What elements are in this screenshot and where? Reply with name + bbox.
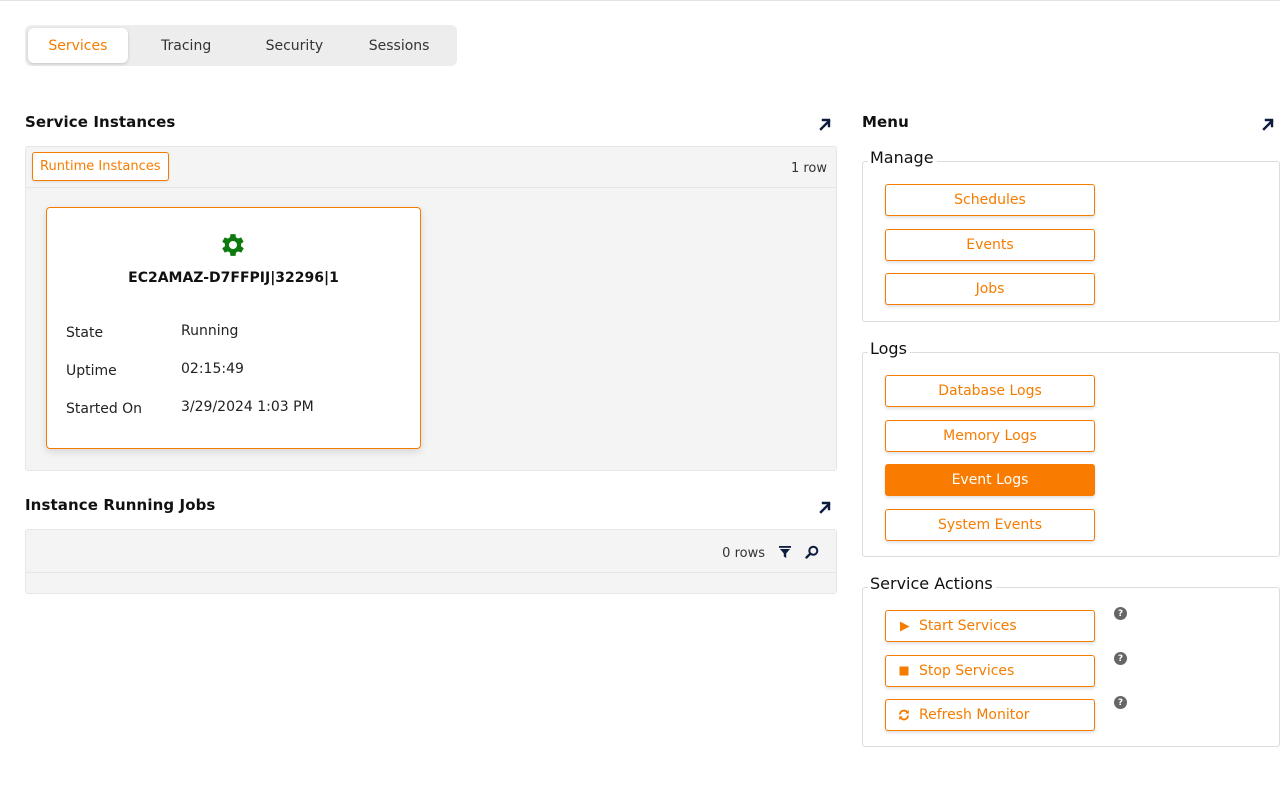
refresh-monitor-button[interactable]: Refresh Monitor ? — [885, 696, 1127, 731]
instance-name: EC2AMAZ-D7FFPIJ|32296|1 — [128, 270, 339, 286]
service-instances-title: Service Instances — [25, 113, 176, 131]
event-logs-button[interactable]: Event Logs — [885, 464, 1095, 496]
start-services-button[interactable]: Start Services ? — [885, 607, 1127, 642]
row-count: 0 rows — [722, 546, 765, 561]
play-icon — [898, 620, 910, 632]
instance-card[interactable]: EC2AMAZ-D7FFPIJ|32296|1 State Running Up… — [46, 207, 421, 449]
gear-icon — [222, 234, 244, 256]
help-icon[interactable]: ? — [1114, 652, 1127, 665]
runtime-instances-button[interactable]: Runtime Instances — [32, 152, 169, 181]
refresh-monitor-label: Refresh Monitor — [919, 707, 1030, 723]
service-instances-toolbar: Runtime Instances 1 row — [26, 147, 836, 188]
running-jobs-title: Instance Running Jobs — [25, 496, 216, 514]
events-button[interactable]: Events — [885, 229, 1095, 261]
arrow-up-right-icon[interactable] — [818, 117, 832, 131]
help-icon[interactable]: ? — [1114, 607, 1127, 620]
schedules-button[interactable]: Schedules — [885, 184, 1095, 216]
tab-tracing[interactable]: Tracing — [128, 28, 245, 63]
uptime-label: Uptime — [66, 363, 117, 379]
row-count: 1 row — [790, 161, 827, 176]
state-label: State — [66, 325, 104, 341]
running-jobs-panel: 0 rows — [25, 529, 837, 594]
menu-title: Menu — [862, 113, 909, 131]
tab-services[interactable]: Services — [28, 28, 128, 63]
stop-services-label: Stop Services — [919, 663, 1015, 679]
search-icon[interactable] — [805, 545, 819, 559]
service-actions-legend: Service Actions — [868, 574, 996, 593]
manage-group: Manage Schedules Events Jobs — [862, 148, 1280, 322]
logs-group: Logs Database Logs Memory Logs Event Log… — [862, 339, 1280, 557]
state-value: Running — [181, 323, 239, 339]
started-on-label: Started On — [66, 401, 143, 417]
filter-icon[interactable] — [778, 545, 792, 559]
logs-legend: Logs — [868, 339, 910, 358]
stop-icon — [898, 665, 910, 677]
stop-services-button[interactable]: Stop Services ? — [885, 652, 1127, 687]
service-instances-panel: Runtime Instances 1 row EC2AMAZ-D7FFPIJ|… — [25, 146, 837, 471]
running-jobs-toolbar: 0 rows — [26, 530, 836, 573]
help-icon[interactable]: ? — [1114, 696, 1127, 709]
tab-bar: Services Tracing Security Sessions — [25, 25, 457, 66]
refresh-icon — [898, 709, 910, 721]
jobs-button[interactable]: Jobs — [885, 273, 1095, 305]
uptime-value: 02:15:49 — [181, 361, 244, 377]
tab-sessions[interactable]: Sessions — [344, 28, 454, 63]
manage-legend: Manage — [868, 148, 937, 167]
memory-logs-button[interactable]: Memory Logs — [885, 420, 1095, 452]
tab-security[interactable]: Security — [244, 28, 344, 63]
service-actions-group: Service Actions Start Services ? Stop Se… — [862, 574, 1280, 747]
arrow-up-right-icon[interactable] — [1261, 117, 1275, 131]
start-services-label: Start Services — [919, 618, 1017, 634]
arrow-up-right-icon[interactable] — [818, 500, 832, 514]
system-events-button[interactable]: System Events — [885, 509, 1095, 541]
database-logs-button[interactable]: Database Logs — [885, 375, 1095, 407]
started-on-value: 3/29/2024 1:03 PM — [181, 399, 314, 415]
